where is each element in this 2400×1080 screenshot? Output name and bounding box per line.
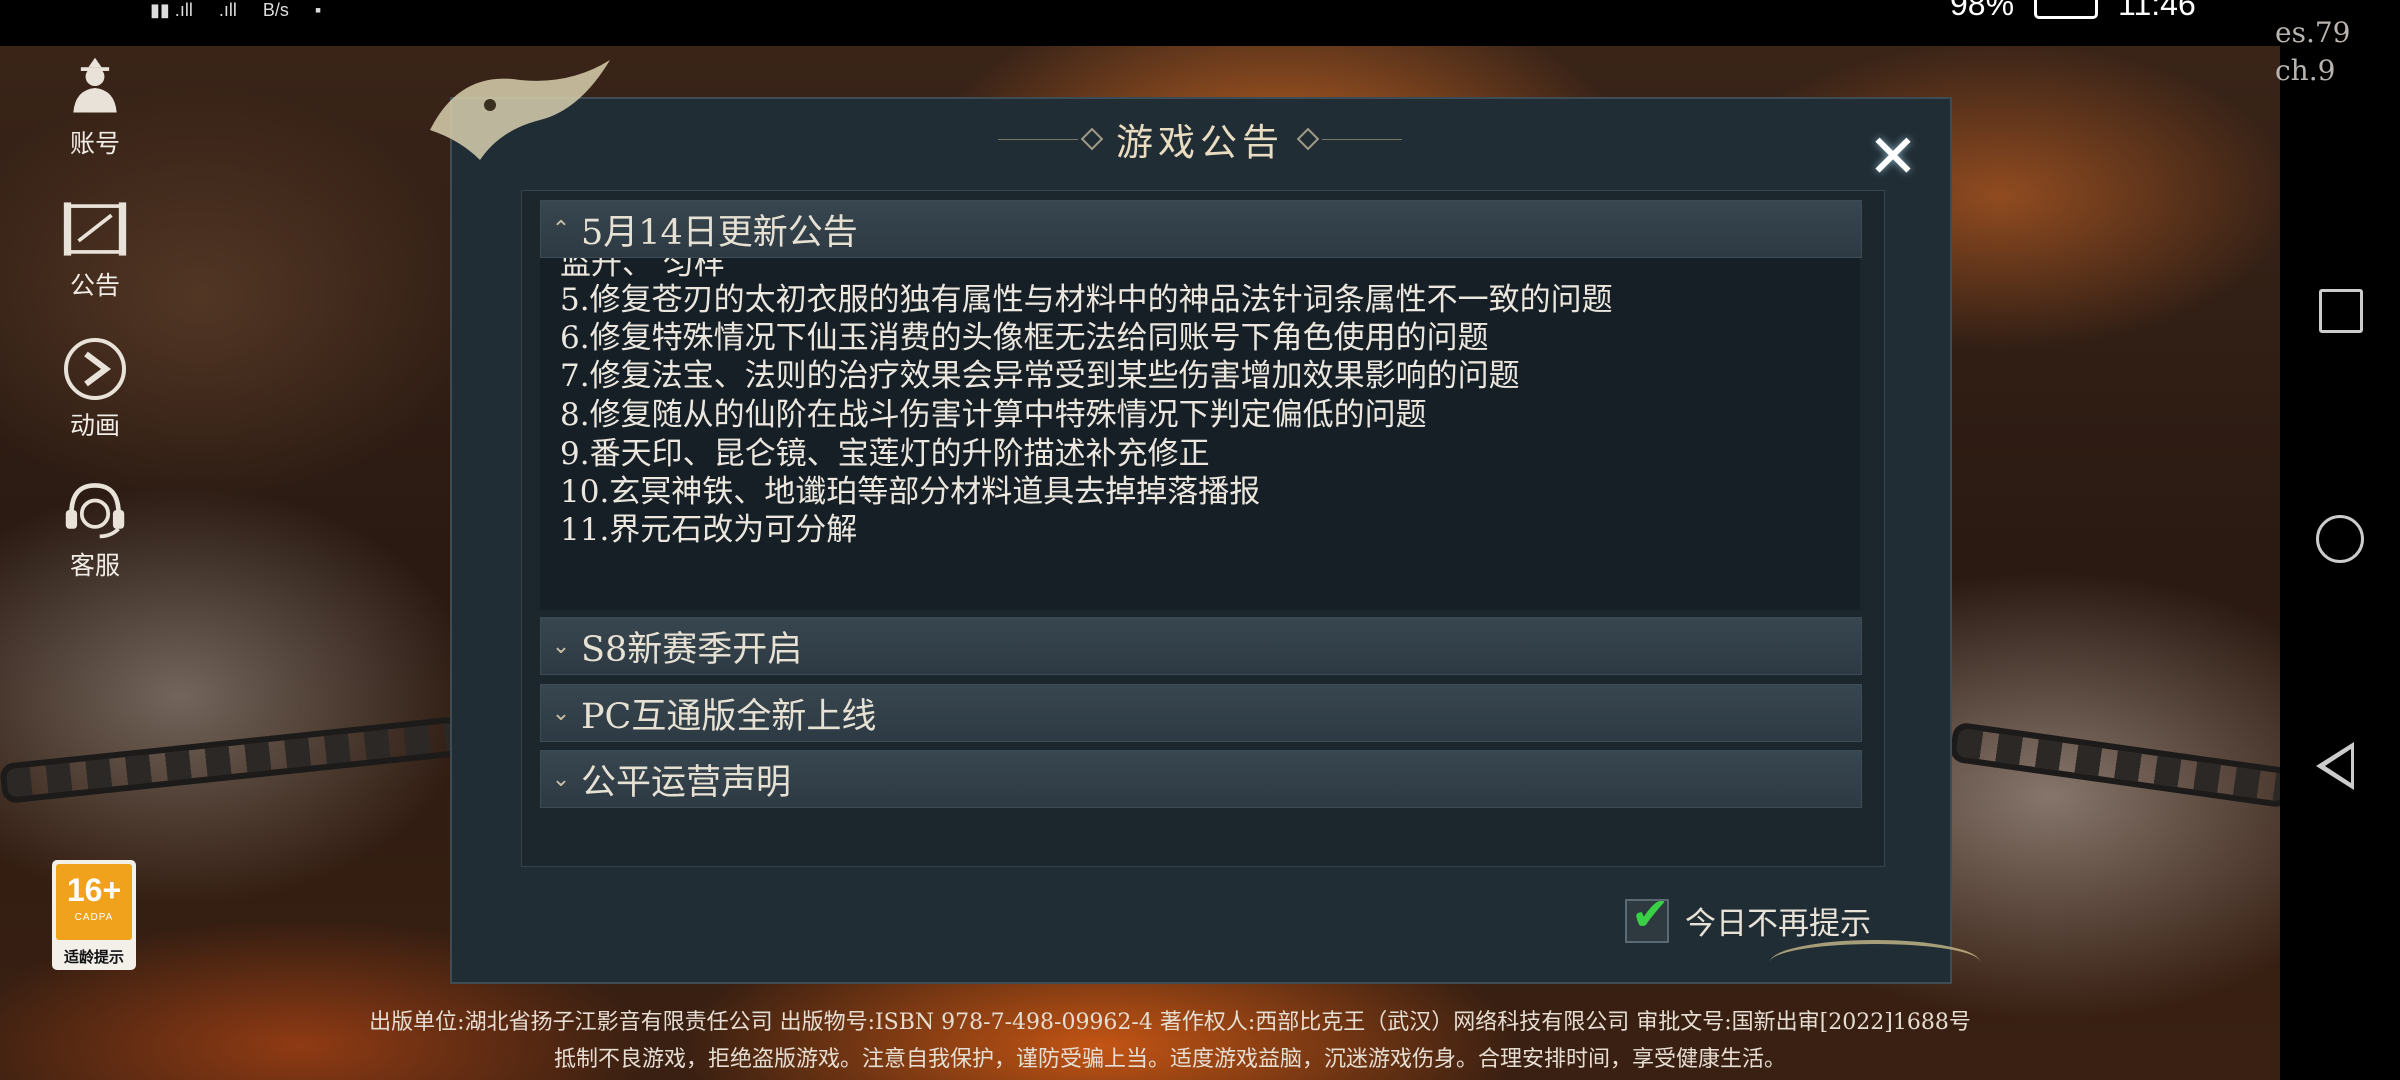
- recent-apps-button[interactable]: [2319, 289, 2363, 333]
- accordion-header-update-0514[interactable]: ⌃ 5月14日更新公告: [540, 200, 1862, 258]
- age-rating-label: 适龄提示: [63, 948, 124, 966]
- chevron-down-icon: ⌄: [551, 766, 571, 792]
- age-rating-number: 16+: [66, 872, 122, 908]
- close-button[interactable]: ✕: [1862, 126, 1924, 188]
- title-ornament-right: [1296, 127, 1402, 151]
- account-icon: [62, 54, 128, 120]
- dont-remind-today-toggle[interactable]: ✔ 今日不再提示: [1625, 887, 1871, 943]
- status-left: ▮▮ .ıll .ıll B/s ▪: [150, 0, 321, 20]
- side-menu-support[interactable]: 客服: [50, 476, 140, 582]
- dont-remind-label: 今日不再提示: [1685, 906, 1871, 942]
- side-menu-account[interactable]: 账号: [50, 54, 140, 160]
- scroll-icon: [62, 196, 128, 262]
- accordion-title: 5月14日更新公告: [581, 212, 858, 253]
- side-menu-animation-label: 动画: [69, 411, 120, 440]
- gold-swirl-ornament: [1770, 940, 1980, 984]
- side-menu-notice-label: 公告: [69, 271, 120, 300]
- title-ornament-left: [998, 127, 1104, 151]
- battery-percent: 98%: [1950, 0, 2015, 22]
- side-menu-account-label: 账号: [69, 129, 120, 158]
- side-menu-animation[interactable]: 动画: [50, 336, 140, 442]
- dialog-title-row: 游戏公告: [985, 108, 1415, 170]
- battery-icon: [2034, 0, 2099, 19]
- accordion-header-s8-season[interactable]: ⌄ S8新赛季开启: [540, 617, 1862, 675]
- chevron-down-icon: ⌄: [551, 633, 571, 659]
- health-gaming-notice: 抵制不良游戏，拒绝盗版游戏。注意自我保护，谨防受骗上当。适度游戏益脑，沉迷游戏伤…: [553, 1047, 1786, 1072]
- accordion-title: 公平运营声明: [581, 762, 792, 803]
- dragon-ornament: [420, 50, 620, 170]
- chevron-down-icon: ⌄: [551, 700, 571, 726]
- age-rating-badge[interactable]: 16+ CADPA 适龄提示: [52, 860, 136, 970]
- dialog-title: 游戏公告: [1116, 121, 1284, 164]
- publisher-info: 出版单位:湖北省扬子江影音有限责任公司 出版物号:ISBN 978-7-498-…: [369, 1010, 1971, 1035]
- signal-icon: ▮▮ .ıll: [150, 0, 193, 20]
- dont-remind-checkbox[interactable]: ✔: [1625, 887, 1670, 943]
- network-speed: B/s: [262, 0, 289, 20]
- accordion-header-fair-play[interactable]: ⌄ 公平运营声明: [540, 750, 1862, 808]
- version-line-1: es.79: [2275, 16, 2351, 49]
- home-button[interactable]: [2316, 515, 2364, 563]
- play-icon: [62, 336, 128, 402]
- headset-icon: [62, 476, 128, 542]
- version-overlay: es.79 ch.9: [2275, 14, 2350, 90]
- age-rating-org: CADPA: [74, 912, 114, 923]
- accordion-body-update-0514[interactable]: 监升、 匀样 5.修复苍刃的太初衣服的独有属性与材料中的神品法针词条属性不一致的…: [540, 258, 1860, 610]
- back-button[interactable]: [2316, 742, 2354, 790]
- accordion-title: S8新赛季开启: [581, 629, 803, 670]
- signal-icon-2: .ıll: [218, 0, 237, 20]
- version-line-2: ch.9: [2275, 54, 2336, 87]
- status-right: 98% 11:46: [1950, 0, 2196, 23]
- age-rating-orange: 16+ CADPA: [56, 864, 132, 940]
- checkmark-icon: ✔: [1631, 886, 1670, 941]
- side-menu-support-label: 客服: [69, 551, 120, 580]
- chevron-up-icon: ⌃: [551, 216, 571, 242]
- notification-icon: ▪: [314, 0, 322, 20]
- clock: 11:46: [2118, 0, 2196, 22]
- notice-line: 11.界元石改为可分解: [560, 512, 858, 548]
- accordion-title: PC互通版全新上线: [581, 696, 877, 737]
- status-bar: ▮▮ .ıll .ıll B/s ▪ 98% 11:46: [0, 0, 2280, 46]
- accordion-header-pc-version[interactable]: ⌄ PC互通版全新上线: [540, 684, 1862, 742]
- side-menu-notice[interactable]: 公告: [50, 196, 140, 302]
